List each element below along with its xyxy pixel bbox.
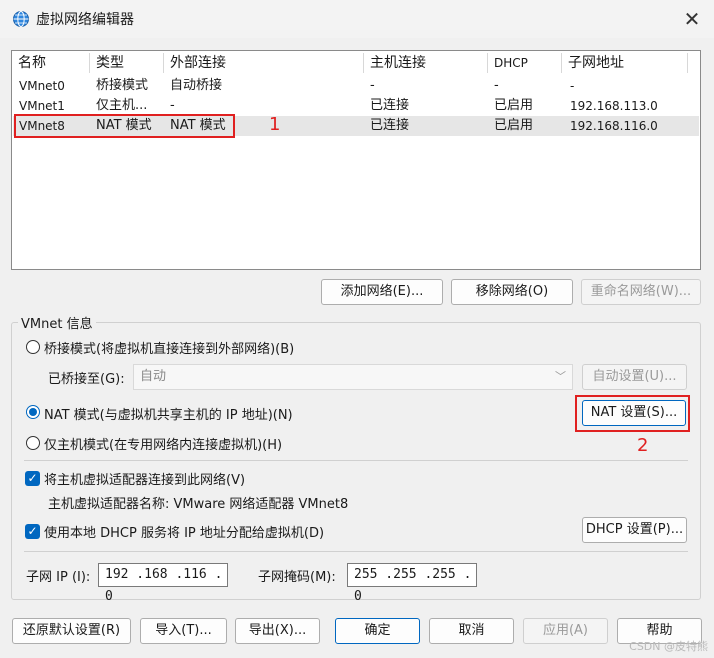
cell-name: VMnet0 (19, 79, 65, 93)
window-title: 虚拟网络编辑器 (36, 12, 134, 28)
table-row[interactable]: VMnet0 桥接模式 自动桥接 - - - (13, 76, 699, 96)
connect-adapter-label[interactable]: 将主机虚拟适配器连接到此网络(V) (44, 469, 245, 488)
bridge-mode-label[interactable]: 桥接模式(将虚拟机直接连接到外部网络)(B) (44, 338, 294, 357)
connect-adapter-checkbox[interactable]: ✓ (25, 471, 40, 486)
hostonly-mode-label[interactable]: 仅主机模式(在专用网络内连接虚拟机)(H) (44, 434, 282, 453)
cell-type: 仅主机... (96, 98, 148, 113)
ok-button[interactable]: 确定 (335, 618, 420, 644)
cell-subnet: - (570, 79, 575, 93)
bridge-mode-radio[interactable] (26, 340, 40, 354)
nat-mode-label[interactable]: NAT 模式(与虚拟机共享主机的 IP 地址)(N) (44, 404, 293, 423)
rename-network-button[interactable]: 重命名网络(W)... (581, 279, 701, 305)
cell-subnet: 192.168.113.0 (570, 99, 658, 113)
import-button[interactable]: 导入(T)... (140, 618, 227, 644)
bridged-to-value: 自动 (140, 369, 167, 384)
export-button[interactable]: 导出(X)... (235, 618, 320, 644)
table-row[interactable]: VMnet1 仅主机... - 已连接 已启用 192.168.113.0 (13, 96, 699, 116)
watermark-text: CSDN @皮特熊 (629, 640, 708, 653)
remove-network-button[interactable]: 移除网络(O) (451, 279, 573, 305)
separator-line (24, 460, 688, 461)
subnet-ip-field[interactable]: 192 .168 .116 . 0 (98, 563, 228, 604)
annotation-highlight-box (575, 395, 690, 432)
dhcp-checkbox[interactable]: ✓ (25, 524, 40, 539)
cell-host: - (370, 78, 375, 93)
column-header-subnet[interactable]: 子网地址 (562, 51, 688, 75)
subnet-mask-label: 子网掩码(M): (258, 570, 336, 585)
subnet-ip-label: 子网 IP (I): (26, 570, 91, 585)
bridged-to-label: 已桥接至(G): (48, 372, 125, 387)
globe-network-icon (13, 11, 29, 27)
chevron-down-icon: ﹀ (555, 370, 566, 383)
cell-host: 已连接 (370, 118, 410, 133)
hostonly-mode-radio[interactable] (26, 436, 40, 450)
close-icon[interactable]: ✕ (678, 6, 706, 32)
cell-external: 自动桥接 (170, 78, 223, 93)
network-list[interactable]: 名称 类型 外部连接 主机连接 DHCP 子网地址 VMnet0 桥接模式 自动… (11, 50, 701, 270)
apply-button[interactable]: 应用(A) (523, 618, 608, 644)
separator-line (24, 551, 688, 552)
column-header-type[interactable]: 类型 (90, 51, 164, 75)
cell-dhcp: - (494, 78, 499, 93)
restore-defaults-button[interactable]: 还原默认设置(R) (12, 618, 131, 644)
column-header-host[interactable]: 主机连接 (364, 51, 488, 75)
cell-external: - (170, 98, 175, 113)
cell-dhcp: 已启用 (494, 118, 534, 133)
cell-host: 已连接 (370, 98, 410, 113)
annotation-label-2: 2 (637, 435, 649, 456)
annotation-highlight-box (14, 114, 235, 138)
column-divider[interactable] (687, 53, 688, 73)
cell-dhcp: 已启用 (494, 98, 534, 113)
auto-settings-button[interactable]: 自动设置(U)... (582, 364, 687, 390)
group-title: VMnet 信息 (18, 313, 96, 332)
column-header-dhcp[interactable]: DHCP (488, 51, 562, 75)
cancel-button[interactable]: 取消 (429, 618, 514, 644)
cell-type: 桥接模式 (96, 78, 149, 93)
dhcp-label[interactable]: 使用本地 DHCP 服务将 IP 地址分配给虚拟机(D) (44, 522, 324, 541)
adapter-name-text: 主机虚拟适配器名称: VMware 网络适配器 VMnet8 (48, 497, 349, 512)
column-header-name[interactable]: 名称 (12, 51, 90, 75)
nat-mode-radio[interactable] (26, 405, 40, 419)
annotation-label-1: 1 (269, 114, 281, 135)
dhcp-settings-button[interactable]: DHCP 设置(P)... (582, 517, 687, 543)
subnet-mask-field[interactable]: 255 .255 .255 . 0 (347, 563, 477, 604)
cell-subnet: 192.168.116.0 (570, 119, 658, 133)
cell-name: VMnet1 (19, 99, 65, 113)
column-header-external[interactable]: 外部连接 (164, 51, 364, 75)
add-network-button[interactable]: 添加网络(E)... (321, 279, 443, 305)
bridged-to-select[interactable]: 自动 ﹀ (133, 364, 573, 390)
